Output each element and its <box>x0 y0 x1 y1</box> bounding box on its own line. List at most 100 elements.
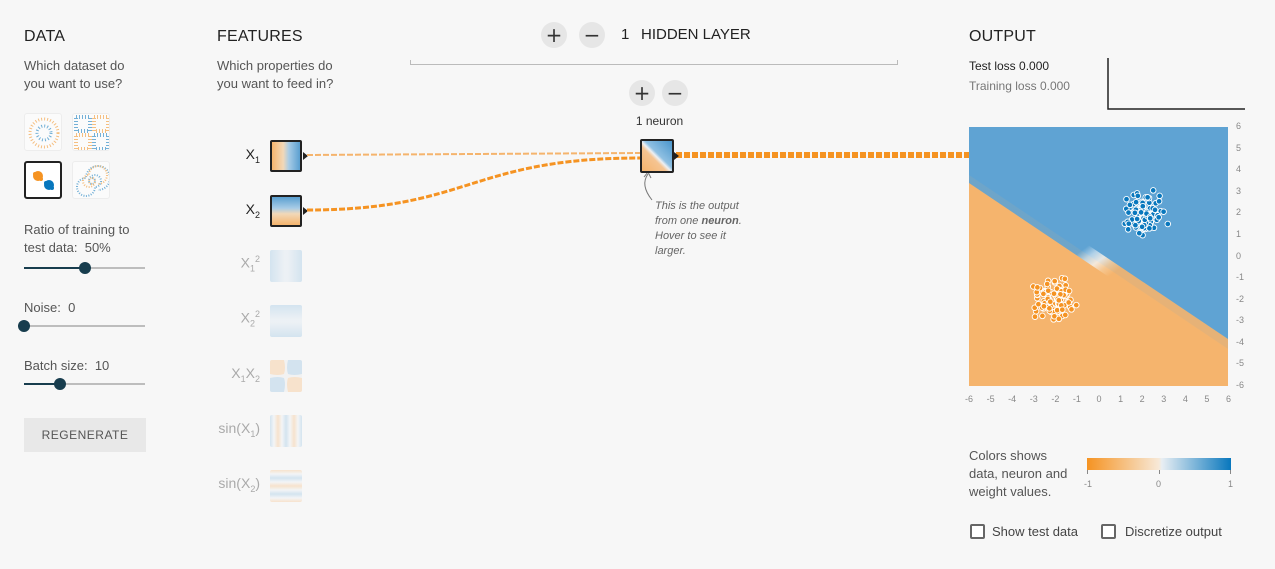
x-tick-label: -2 <box>1051 394 1060 404</box>
data-point <box>1062 311 1069 319</box>
data-point <box>1125 209 1132 216</box>
data-point <box>1046 305 1053 312</box>
data-point <box>1124 226 1132 233</box>
x-tick-label: 2 <box>1139 394 1145 404</box>
color-legend-text: Colors shows data, neuron and weight val… <box>969 447 1067 501</box>
data-point <box>1138 223 1146 231</box>
data-point <box>1155 214 1162 221</box>
data-point <box>1035 300 1042 308</box>
data-point <box>1156 192 1163 200</box>
y-tick-label: -5 <box>1236 358 1245 369</box>
x-tick-label: 3 <box>1161 394 1167 404</box>
discretize-output-label[interactable]: Discretize output <box>1125 524 1222 539</box>
data-point <box>1050 290 1058 297</box>
note-line: This is the output <box>655 200 739 212</box>
data-point <box>1126 201 1134 209</box>
data-point <box>1132 198 1140 206</box>
x-tick-label: -5 <box>986 394 995 404</box>
x-tick-label: -6 <box>965 394 974 404</box>
data-point <box>1045 287 1052 294</box>
data-point <box>1061 275 1069 283</box>
data-point <box>1065 287 1073 295</box>
y-tick-label: -3 <box>1236 315 1245 326</box>
legend-text-line: data, neuron and <box>969 466 1068 481</box>
legend-text-line: Colors shows <box>969 448 1048 463</box>
x-tick-label: 1 <box>1118 394 1124 404</box>
note-line: from one <box>655 215 702 227</box>
data-point <box>1132 221 1139 229</box>
scale-label-min: -1 <box>1084 479 1093 489</box>
x-tick-label: -3 <box>1029 394 1038 404</box>
test-loss-row: Test loss 0.000 <box>969 59 1049 73</box>
y-tick-label: 1 <box>1236 228 1242 239</box>
data-point <box>1125 220 1133 227</box>
loss-chart <box>1107 58 1245 110</box>
y-tick-label: 2 <box>1236 207 1242 218</box>
legend-text-line: weight values. <box>969 484 1052 499</box>
data-point <box>1059 306 1066 313</box>
data-point <box>1160 208 1167 215</box>
y-tick-label: 0 <box>1236 250 1242 261</box>
x-tick-label: -1 <box>1072 394 1081 404</box>
link-x2-neuron <box>306 156 641 212</box>
note-line: . <box>738 215 742 227</box>
test-loss-label: Test loss <box>969 59 1016 73</box>
data-point <box>1039 312 1046 320</box>
scale-label-mid: 0 <box>1156 479 1162 489</box>
training-loss-label: Training loss <box>969 79 1037 93</box>
x-tick-label: 5 <box>1204 394 1210 404</box>
data-point <box>1146 225 1153 232</box>
link-x1-neuron <box>306 152 641 156</box>
y-tick-label: -4 <box>1236 336 1245 347</box>
data-point <box>1031 313 1039 320</box>
data-point <box>1043 280 1051 288</box>
data-point <box>1149 187 1157 194</box>
data-point <box>1131 209 1139 217</box>
data-point <box>1040 303 1048 310</box>
data-point <box>1139 202 1147 210</box>
training-loss-row: Training loss 0.000 <box>969 79 1070 93</box>
scale-tick <box>1230 470 1231 474</box>
scale-label-max: 1 <box>1228 479 1234 489</box>
note-bold: neuron <box>701 215 739 227</box>
color-scale-bar <box>1087 458 1231 470</box>
show-test-data-checkbox[interactable] <box>970 524 985 539</box>
data-point <box>1051 277 1058 285</box>
data-point <box>1065 299 1072 306</box>
loss-chart-axes <box>1107 58 1245 110</box>
data-point <box>1123 195 1130 203</box>
data-point <box>1034 284 1041 291</box>
data-point <box>1055 315 1063 323</box>
y-tick-label: 5 <box>1236 142 1242 153</box>
y-tick-label: 3 <box>1236 185 1242 196</box>
y-tick-label: 6 <box>1236 121 1242 131</box>
output-heatmap <box>969 127 1228 386</box>
hidden-neuron-box[interactable] <box>640 139 674 173</box>
note-line: larger. <box>655 245 686 257</box>
data-point <box>1055 297 1063 304</box>
data-point <box>1144 194 1151 201</box>
training-loss-value: 0.000 <box>1039 79 1070 93</box>
y-tick-label: -6 <box>1236 380 1245 390</box>
show-test-data-label[interactable]: Show test data <box>992 524 1078 539</box>
x-tick-label: 0 <box>1096 394 1102 404</box>
data-point <box>1136 229 1143 237</box>
data-point <box>1073 301 1080 309</box>
data-point <box>1146 215 1154 222</box>
x-tick-label: 6 <box>1226 394 1232 404</box>
y-tick-label: -2 <box>1236 293 1245 304</box>
test-loss-value: 0.000 <box>1019 59 1050 73</box>
output-title: OUTPUT <box>969 28 1036 45</box>
discretize-output-checkbox[interactable] <box>1101 524 1116 539</box>
data-point <box>1151 206 1159 214</box>
data-point <box>1164 220 1172 228</box>
scale-tick <box>1159 470 1160 474</box>
data-point <box>1047 298 1054 305</box>
x-tick-label: -4 <box>1008 394 1017 404</box>
hidden-neuron-port <box>674 152 679 160</box>
x-tick-label: 4 <box>1182 394 1188 404</box>
neuron-note: This is the output from one neuron. Hove… <box>655 199 742 259</box>
scale-tick <box>1087 470 1088 474</box>
data-point <box>1133 215 1141 223</box>
note-line: Hover to see it <box>655 230 726 242</box>
